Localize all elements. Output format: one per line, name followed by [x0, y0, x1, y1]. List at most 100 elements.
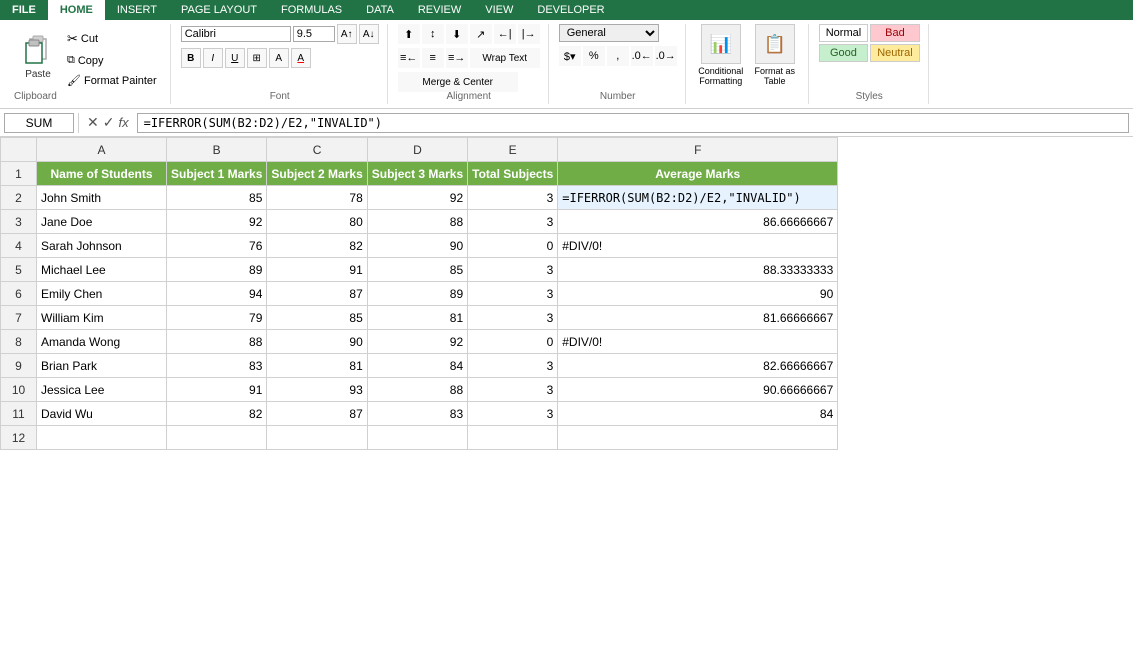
- cell-d11[interactable]: 83: [367, 402, 467, 426]
- merge-center-button[interactable]: Merge & Center: [398, 72, 518, 92]
- cell-c7[interactable]: 85: [267, 306, 367, 330]
- percent-button[interactable]: %: [583, 46, 605, 66]
- cell-b10[interactable]: 91: [167, 378, 267, 402]
- currency-button[interactable]: $▾: [559, 46, 581, 66]
- cell-b9[interactable]: 83: [167, 354, 267, 378]
- decrease-decimal-button[interactable]: .0←: [631, 46, 653, 66]
- cell-e12[interactable]: [468, 426, 558, 450]
- cell-d10[interactable]: 88: [367, 378, 467, 402]
- cell-e9[interactable]: 3: [468, 354, 558, 378]
- row-num-1[interactable]: 1: [1, 162, 37, 186]
- cell-c9[interactable]: 81: [267, 354, 367, 378]
- row-num-5[interactable]: 5: [1, 258, 37, 282]
- row-num-11[interactable]: 11: [1, 402, 37, 426]
- font-size-input[interactable]: [293, 26, 335, 42]
- italic-button[interactable]: I: [203, 48, 223, 68]
- tab-review[interactable]: REVIEW: [406, 0, 473, 20]
- align-middle-button[interactable]: ↕: [422, 24, 444, 44]
- cell-f9[interactable]: 82.66666667: [558, 354, 838, 378]
- cell-c5[interactable]: 91: [267, 258, 367, 282]
- row-num-12[interactable]: 12: [1, 426, 37, 450]
- cell-b2[interactable]: 85: [167, 186, 267, 210]
- cell-c4[interactable]: 82: [267, 234, 367, 258]
- cell-d8[interactable]: 92: [367, 330, 467, 354]
- tab-file[interactable]: FILE: [0, 0, 48, 20]
- align-top-button[interactable]: ⬆: [398, 24, 420, 44]
- cell-d3[interactable]: 88: [367, 210, 467, 234]
- format-as-table-button[interactable]: 📋: [755, 24, 795, 64]
- border-button[interactable]: ⊞: [247, 48, 267, 68]
- tab-page-layout[interactable]: PAGE LAYOUT: [169, 0, 269, 20]
- font-increase-button[interactable]: A↑: [337, 24, 357, 44]
- col-header-b[interactable]: B: [167, 138, 267, 162]
- cell-f12[interactable]: [558, 426, 838, 450]
- align-center-button[interactable]: ≡: [422, 48, 444, 68]
- cut-button[interactable]: ✂ Cut: [62, 28, 162, 50]
- cell-c1[interactable]: Subject 2 Marks: [267, 162, 367, 186]
- cell-e7[interactable]: 3: [468, 306, 558, 330]
- cell-d5[interactable]: 85: [367, 258, 467, 282]
- cell-c11[interactable]: 87: [267, 402, 367, 426]
- cell-e6[interactable]: 3: [468, 282, 558, 306]
- row-num-8[interactable]: 8: [1, 330, 37, 354]
- cell-f1[interactable]: Average Marks: [558, 162, 838, 186]
- style-normal-button[interactable]: Normal: [819, 24, 868, 42]
- indent-decrease-button[interactable]: ←|: [494, 24, 516, 44]
- cell-b6[interactable]: 94: [167, 282, 267, 306]
- cell-c3[interactable]: 80: [267, 210, 367, 234]
- align-right-button[interactable]: ≡→: [446, 48, 468, 68]
- fill-color-button[interactable]: A: [269, 48, 289, 68]
- style-neutral-button[interactable]: Neutral: [870, 44, 919, 62]
- cell-c8[interactable]: 90: [267, 330, 367, 354]
- cancel-formula-icon[interactable]: ✕: [87, 114, 99, 131]
- style-good-button[interactable]: Good: [819, 44, 868, 62]
- font-color-button[interactable]: A: [291, 48, 311, 68]
- tab-developer[interactable]: DEVELOPER: [525, 0, 616, 20]
- cell-a9[interactable]: Brian Park: [37, 354, 167, 378]
- cell-e8[interactable]: 0: [468, 330, 558, 354]
- col-header-f[interactable]: F: [558, 138, 838, 162]
- copy-button[interactable]: ⧉ Copy: [62, 51, 162, 70]
- cell-e5[interactable]: 3: [468, 258, 558, 282]
- wrap-text-button[interactable]: Wrap Text: [470, 48, 540, 68]
- cell-e10[interactable]: 3: [468, 378, 558, 402]
- cell-f3[interactable]: 86.66666667: [558, 210, 838, 234]
- row-num-4[interactable]: 4: [1, 234, 37, 258]
- cell-a10[interactable]: Jessica Lee: [37, 378, 167, 402]
- col-header-e[interactable]: E: [468, 138, 558, 162]
- tab-home[interactable]: HOME: [48, 0, 105, 20]
- row-num-9[interactable]: 9: [1, 354, 37, 378]
- cell-e3[interactable]: 3: [468, 210, 558, 234]
- cell-a12[interactable]: [37, 426, 167, 450]
- font-name-input[interactable]: [181, 26, 291, 42]
- cell-b8[interactable]: 88: [167, 330, 267, 354]
- bold-button[interactable]: B: [181, 48, 201, 68]
- cell-d4[interactable]: 90: [367, 234, 467, 258]
- row-num-10[interactable]: 10: [1, 378, 37, 402]
- cell-b4[interactable]: 76: [167, 234, 267, 258]
- cell-a7[interactable]: William Kim: [37, 306, 167, 330]
- cell-d6[interactable]: 89: [367, 282, 467, 306]
- cell-a3[interactable]: Jane Doe: [37, 210, 167, 234]
- row-num-7[interactable]: 7: [1, 306, 37, 330]
- cell-e11[interactable]: 3: [468, 402, 558, 426]
- font-decrease-button[interactable]: A↓: [359, 24, 379, 44]
- cell-d2[interactable]: 92: [367, 186, 467, 210]
- cell-c12[interactable]: [267, 426, 367, 450]
- col-header-d[interactable]: D: [367, 138, 467, 162]
- cell-a2[interactable]: John Smith: [37, 186, 167, 210]
- cell-reference-input[interactable]: [4, 113, 74, 133]
- cell-a11[interactable]: David Wu: [37, 402, 167, 426]
- number-format-select[interactable]: General Number Currency Percentage: [559, 24, 659, 42]
- cell-d9[interactable]: 84: [367, 354, 467, 378]
- cell-f8[interactable]: #DIV/0!: [558, 330, 838, 354]
- tab-view[interactable]: VIEW: [473, 0, 525, 20]
- cell-b1[interactable]: Subject 1 Marks: [167, 162, 267, 186]
- cell-f7[interactable]: 81.66666667: [558, 306, 838, 330]
- cell-d1[interactable]: Subject 3 Marks: [367, 162, 467, 186]
- cell-a5[interactable]: Michael Lee: [37, 258, 167, 282]
- cell-c6[interactable]: 87: [267, 282, 367, 306]
- cell-a4[interactable]: Sarah Johnson: [37, 234, 167, 258]
- col-header-a[interactable]: A: [37, 138, 167, 162]
- cell-f10[interactable]: 90.66666667: [558, 378, 838, 402]
